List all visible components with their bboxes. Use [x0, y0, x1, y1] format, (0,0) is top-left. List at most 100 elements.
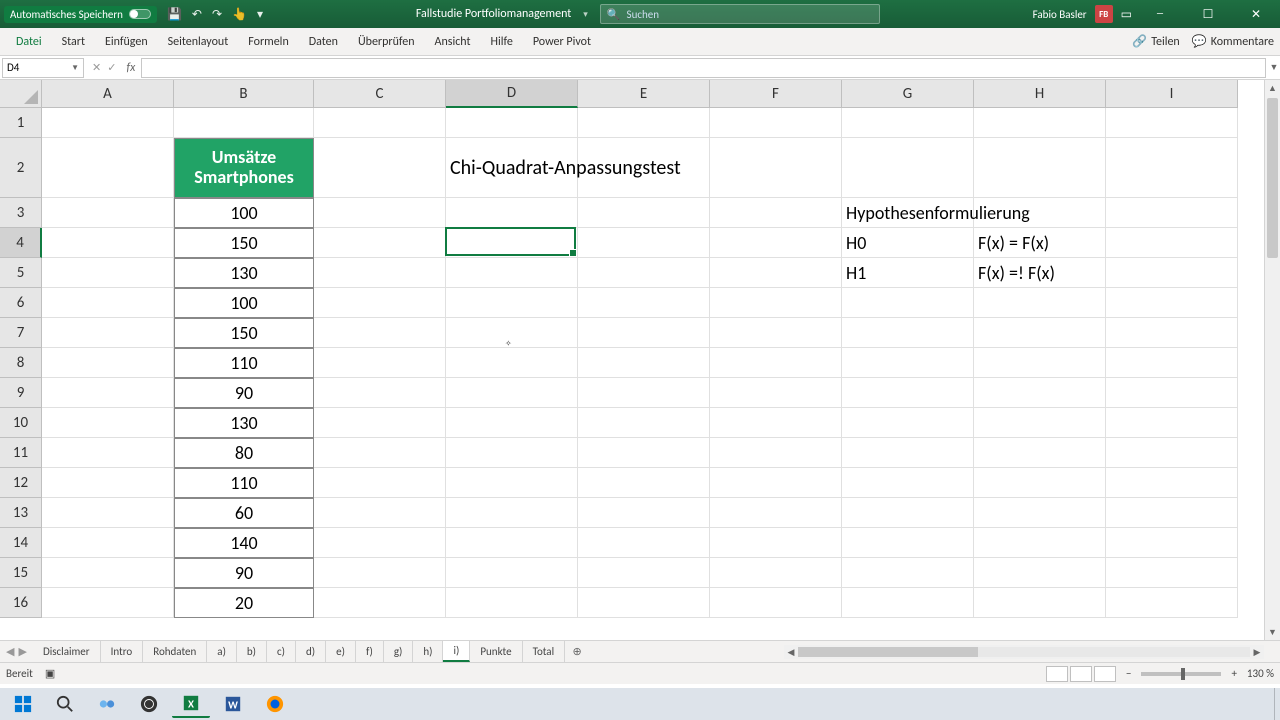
row-header-12[interactable]: 12 [0, 468, 42, 498]
cell-D15[interactable] [446, 558, 578, 588]
col-header-E[interactable]: E [578, 80, 710, 108]
page-break-button[interactable] [1094, 666, 1116, 682]
cell-I2[interactable] [1106, 138, 1238, 198]
horizontal-scrollbar[interactable]: ◀ ▶ [784, 645, 1264, 659]
cell-H3[interactable] [974, 198, 1106, 228]
cell-I6[interactable] [1106, 288, 1238, 318]
cell-I15[interactable] [1106, 558, 1238, 588]
cell-I14[interactable] [1106, 528, 1238, 558]
cell-A10[interactable] [42, 408, 174, 438]
col-header-A[interactable]: A [42, 80, 174, 108]
cell-F2[interactable] [710, 138, 842, 198]
search-input[interactable]: 🔍 Suchen [600, 4, 880, 24]
formula-expand-icon[interactable]: ▼ [1268, 62, 1280, 73]
cell-E3[interactable] [578, 198, 710, 228]
cell-E9[interactable] [578, 378, 710, 408]
zoom-out-button[interactable]: − [1126, 667, 1131, 680]
col-header-F[interactable]: F [710, 80, 842, 108]
file-tab[interactable]: Datei [6, 31, 52, 53]
cell-I12[interactable] [1106, 468, 1238, 498]
cell-E16[interactable] [578, 588, 710, 618]
cell-G8[interactable] [842, 348, 974, 378]
user-name[interactable]: Fabio Basler [1033, 8, 1087, 21]
page-layout-button[interactable] [1070, 666, 1092, 682]
cell-D13[interactable] [446, 498, 578, 528]
fx-icon[interactable]: fx [126, 61, 135, 75]
formula-input[interactable] [141, 58, 1266, 78]
cell-F3[interactable] [710, 198, 842, 228]
cell-A13[interactable] [42, 498, 174, 528]
cell-C10[interactable] [314, 408, 446, 438]
row-header-6[interactable]: 6 [0, 288, 42, 318]
sheet-tab-h[interactable]: h) [413, 641, 443, 662]
tab-formeln[interactable]: Formeln [238, 31, 298, 53]
sheet-tab-Disclaimer[interactable]: Disclaimer [33, 641, 101, 662]
cell-C3[interactable] [314, 198, 446, 228]
cell-B11[interactable]: 80 [174, 438, 314, 468]
ribbon-display-icon[interactable]: ▭ [1121, 7, 1132, 22]
cell-B14[interactable]: 140 [174, 528, 314, 558]
cell-C16[interactable] [314, 588, 446, 618]
cell-B1[interactable] [174, 108, 314, 138]
cell-G15[interactable] [842, 558, 974, 588]
cell-I5[interactable] [1106, 258, 1238, 288]
sheet-nav[interactable]: ◀▶ [0, 641, 33, 662]
cell-C11[interactable] [314, 438, 446, 468]
sheet-tab-f[interactable]: f) [356, 641, 384, 662]
cell-B12[interactable]: 110 [174, 468, 314, 498]
cell-D1[interactable] [446, 108, 578, 138]
cell-A12[interactable] [42, 468, 174, 498]
scroll-right-icon[interactable]: ▶ [1250, 647, 1264, 658]
col-header-D[interactable]: D [446, 80, 578, 108]
row-header-14[interactable]: 14 [0, 528, 42, 558]
cell-B9[interactable]: 90 [174, 378, 314, 408]
cell-F12[interactable] [710, 468, 842, 498]
cell-C15[interactable] [314, 558, 446, 588]
cell-F7[interactable] [710, 318, 842, 348]
cell-C13[interactable] [314, 498, 446, 528]
tab-ansicht[interactable]: Ansicht [425, 31, 481, 53]
scroll-thumb[interactable] [1267, 98, 1278, 258]
row-header-13[interactable]: 13 [0, 498, 42, 528]
cell-E5[interactable] [578, 258, 710, 288]
cell-G11[interactable] [842, 438, 974, 468]
cell-F10[interactable] [710, 408, 842, 438]
cell-D8[interactable] [446, 348, 578, 378]
cell-F5[interactable] [710, 258, 842, 288]
cell-F1[interactable] [710, 108, 842, 138]
cell-A7[interactable] [42, 318, 174, 348]
cell-D7[interactable] [446, 318, 578, 348]
row-header-4[interactable]: 4 [0, 228, 42, 258]
cell-C7[interactable] [314, 318, 446, 348]
comments-button[interactable]: 💬 Kommentare [1192, 34, 1274, 49]
sheet-tab-i[interactable]: i) [443, 641, 470, 662]
select-all-corner[interactable] [0, 80, 42, 108]
firefox-icon[interactable] [256, 690, 294, 718]
cell-B13[interactable]: 60 [174, 498, 314, 528]
cell-E10[interactable] [578, 408, 710, 438]
cell-A3[interactable] [42, 198, 174, 228]
cell-B10[interactable]: 130 [174, 408, 314, 438]
redo-icon[interactable]: ↷ [212, 7, 222, 22]
show-desktop-button[interactable] [1274, 688, 1280, 720]
cell-C9[interactable] [314, 378, 446, 408]
tab-power pivot[interactable]: Power Pivot [523, 31, 601, 53]
cell-A2[interactable] [42, 138, 174, 198]
share-button[interactable]: 🔗 Teilen [1132, 34, 1180, 49]
col-header-H[interactable]: H [974, 80, 1106, 108]
cell-B4[interactable]: 150 [174, 228, 314, 258]
cell-I7[interactable] [1106, 318, 1238, 348]
zoom-slider[interactable] [1141, 672, 1221, 676]
cell-F16[interactable] [710, 588, 842, 618]
row-header-16[interactable]: 16 [0, 588, 42, 618]
cell-A16[interactable] [42, 588, 174, 618]
row-header-3[interactable]: 3 [0, 198, 42, 228]
document-title[interactable]: Fallstudie Portfoliomanagement [416, 7, 571, 21]
tab-seitenlayout[interactable]: Seitenlayout [158, 31, 239, 53]
hscroll-thumb[interactable] [798, 647, 978, 657]
cell-I9[interactable] [1106, 378, 1238, 408]
start-button[interactable] [4, 690, 42, 718]
cell-H8[interactable] [974, 348, 1106, 378]
cell-H9[interactable] [974, 378, 1106, 408]
macro-record-icon[interactable]: ▣ [45, 667, 55, 680]
